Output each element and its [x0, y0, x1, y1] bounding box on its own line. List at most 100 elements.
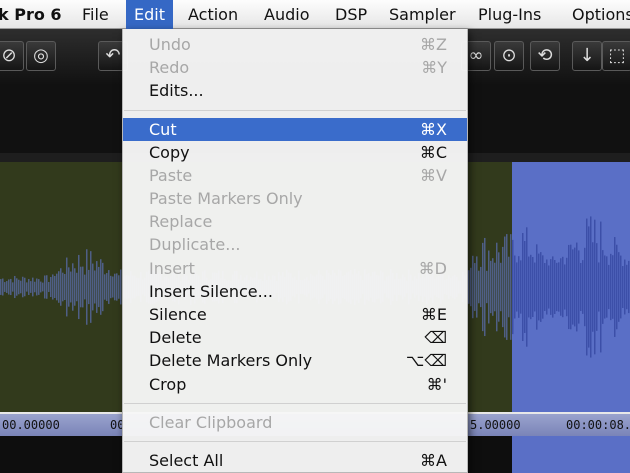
- menu-item-silence[interactable]: Silence ⌘E: [123, 303, 467, 326]
- waveform-bar: [108, 270, 110, 304]
- menu-item-select-all[interactable]: Select All ⌘A: [123, 449, 467, 472]
- waveform-bar: [508, 256, 510, 318]
- menu-item-paste[interactable]: Paste ⌘V: [123, 164, 467, 187]
- waveform-bar: [104, 274, 106, 300]
- waveform-bar: [476, 256, 478, 318]
- menu-sampler[interactable]: Sampler: [389, 0, 456, 29]
- menu-item-shortcut: ⌘A: [420, 451, 447, 470]
- waveform-bar: [32, 277, 34, 297]
- waveform-bar: [492, 258, 494, 316]
- waveform-bar: [586, 218, 588, 356]
- app-menu[interactable]: k Pro 6: [0, 0, 62, 29]
- waveform-bar: [474, 263, 476, 311]
- waveform-bar: [58, 271, 60, 303]
- waveform-bar: [96, 261, 98, 313]
- waveform-bar: [620, 255, 622, 319]
- waveform-bar: [42, 282, 44, 292]
- marquee-select-icon[interactable]: ⬚: [602, 41, 630, 71]
- waveform-bar: [94, 270, 96, 304]
- menu-item-insert[interactable]: Insert ⌘D: [123, 257, 467, 280]
- waveform-bar: [602, 250, 604, 324]
- menu-divider: [124, 441, 466, 442]
- waveform-bar: [608, 264, 610, 310]
- waveform-bar: [44, 275, 46, 299]
- waveform-bar: [112, 276, 114, 298]
- edit-menu-dropdown: Undo ⌘Z Redo ⌘Y Edits... Cut ⌘X Copy ⌘C …: [122, 29, 468, 473]
- menu-item-copy[interactable]: Copy ⌘C: [123, 141, 467, 164]
- menu-item-delete[interactable]: Delete ⌫: [123, 326, 467, 349]
- menu-item-shortcut: ⌘E: [420, 305, 447, 324]
- waveform-bar: [576, 242, 578, 332]
- menu-item-shortcut: ⌥⌫: [405, 351, 447, 370]
- waveform-bar: [34, 281, 36, 293]
- bottom-selection: [512, 436, 630, 473]
- menu-item-insert-silence[interactable]: Insert Silence...: [123, 280, 467, 303]
- ruler-label: 00.00000: [2, 418, 60, 432]
- waveform-bar: [530, 254, 532, 320]
- waveform-bar: [98, 266, 100, 308]
- waveform-bar: [102, 262, 104, 312]
- menu-action[interactable]: Action: [188, 0, 238, 29]
- menu-item-crop[interactable]: Crop ⌘': [123, 373, 467, 396]
- waveform-bar: [616, 244, 618, 330]
- waveform-bar: [38, 279, 40, 295]
- menu-options[interactable]: Options: [572, 0, 630, 29]
- menu-item-cut[interactable]: Cut ⌘X: [123, 118, 467, 141]
- waveform-bar: [500, 262, 502, 312]
- menu-bar: k Pro 6 File Edit Action Audio DSP Sampl…: [0, 0, 630, 29]
- menu-item-label: Delete: [149, 328, 202, 347]
- menu-item-paste-markers-only[interactable]: Paste Markers Only: [123, 187, 467, 210]
- waveform-bar: [56, 273, 58, 301]
- waveform-bar: [534, 262, 536, 312]
- menu-item-label: Clear Clipboard: [149, 413, 273, 432]
- menu-item-delete-markers-only[interactable]: Delete Markers Only ⌥⌫: [123, 349, 467, 372]
- waveform-bar: [62, 272, 64, 302]
- waveform-bar: [74, 268, 76, 306]
- menu-item-redo[interactable]: Redo ⌘Y: [123, 56, 467, 79]
- waveform-bar: [546, 259, 548, 315]
- menu-dsp[interactable]: DSP: [335, 0, 367, 29]
- repeat-icon[interactable]: ⟲: [530, 41, 560, 71]
- menu-item-undo[interactable]: Undo ⌘Z: [123, 33, 467, 56]
- play-circle-icon[interactable]: ⊙: [494, 41, 524, 71]
- waveform-bar: [4, 282, 6, 292]
- down-arrow-icon[interactable]: ↓: [572, 41, 602, 71]
- waveform-bar: [584, 247, 586, 327]
- waveform-bar: [480, 266, 482, 308]
- menu-edit[interactable]: Edit: [126, 0, 173, 29]
- menu-item-duplicate[interactable]: Duplicate...: [123, 233, 467, 256]
- waveform-bar: [564, 264, 566, 310]
- waveform-bar: [572, 249, 574, 325]
- menu-plug-ins[interactable]: Plug-Ins: [478, 0, 541, 29]
- waveform-bar: [8, 279, 10, 295]
- menu-item-shortcut: ⌘X: [420, 120, 447, 139]
- menu-divider: [124, 403, 466, 404]
- waveform-bar: [50, 277, 52, 297]
- menu-audio[interactable]: Audio: [264, 0, 309, 29]
- waveform-bar: [88, 269, 90, 305]
- waveform-bar: [116, 273, 118, 301]
- menu-item-shortcut: ⌫: [424, 328, 447, 347]
- waveform-bar: [558, 262, 560, 312]
- waveform-bar: [60, 268, 62, 306]
- menu-item-label: Edits...: [149, 81, 204, 100]
- waveform-bar: [548, 265, 550, 309]
- menu-file[interactable]: File: [82, 0, 109, 29]
- waveform-bar: [552, 256, 554, 318]
- cd-burn-icon[interactable]: ⊘: [0, 41, 24, 71]
- waveform-bar: [618, 252, 620, 322]
- cd-b-icon[interactable]: ◎: [26, 41, 56, 71]
- menu-item-edits[interactable]: Edits...: [123, 79, 467, 102]
- menu-item-label: Cut: [149, 120, 177, 139]
- menu-item-clear-clipboard[interactable]: Clear Clipboard: [123, 411, 467, 434]
- menu-item-label: Replace: [149, 212, 213, 231]
- waveform-bar: [570, 244, 572, 330]
- waveform-bar: [486, 270, 488, 304]
- waveform-bar: [36, 278, 38, 296]
- waveform-bar: [0, 279, 2, 295]
- waveform-bar: [540, 252, 542, 322]
- menu-item-shortcut: ⌘Z: [420, 35, 447, 54]
- menu-item-replace[interactable]: Replace: [123, 210, 467, 233]
- waveform-bar: [92, 263, 94, 311]
- waveform-bar: [600, 221, 602, 353]
